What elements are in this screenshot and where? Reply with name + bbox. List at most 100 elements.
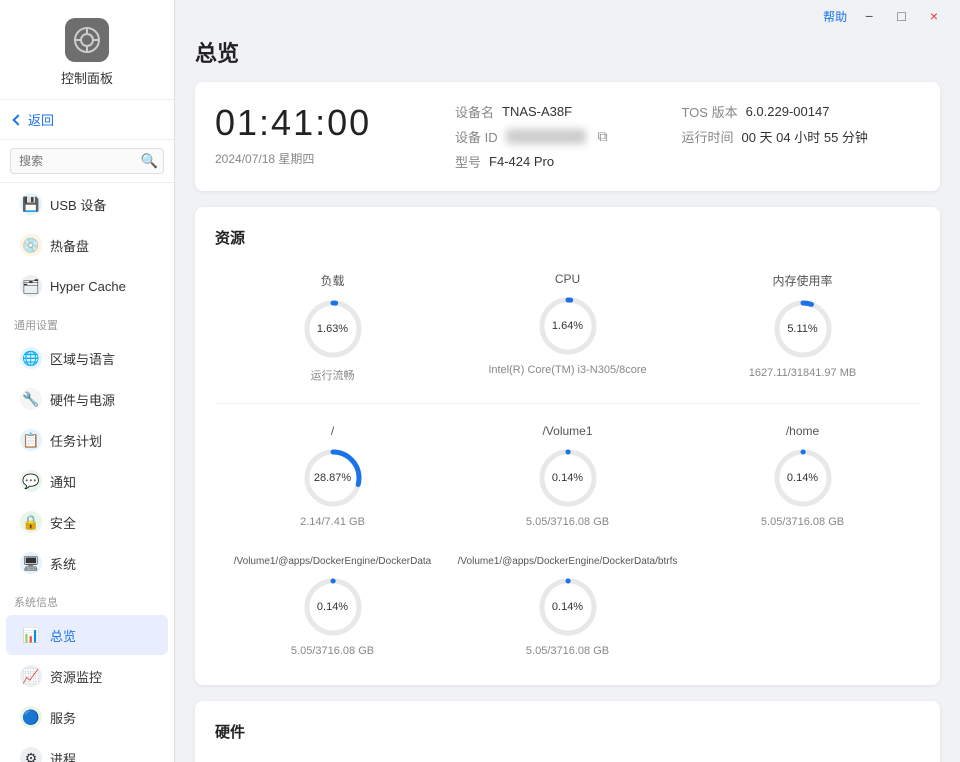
sidebar-item-hotdisk[interactable]: 💿 热备盘 <box>6 225 168 265</box>
gauge-text: 5.11% <box>787 323 817 335</box>
sidebar-item-usb[interactable]: 💾 USB 设备 <box>6 184 168 224</box>
gauge-text: 1.63% <box>317 323 348 335</box>
main-panel: 帮助 − □ × 总览 01:41:00 2024/07/18 星期四 设备名 … <box>175 0 960 762</box>
services-icon: 🔵 <box>20 706 42 728</box>
gauge-cpu: CPU 1.64% Intel(R) Core(TM) i3-N305/8cor… <box>450 264 685 391</box>
search-icon[interactable]: 🔍 <box>141 153 158 170</box>
sidebar-item-system[interactable]: 🖥 系统 <box>6 543 168 583</box>
disk-size: 5.05/3716.08 GB <box>526 645 609 657</box>
sidebar-group-sysinfo: 📊 总览 📈 资源监控 🔵 服务 ⚙ 进程 👤 在线用户 🔲 端口 📄 系统日志 <box>0 614 174 762</box>
hw-hdd2-temp: HDD2 43 °C / 109.40 °F <box>568 758 744 762</box>
gauge-circle-disk1: 0.14% <box>536 446 600 510</box>
sidebar-logo <box>65 18 109 62</box>
disk-label: / <box>331 424 334 438</box>
gauge-label: 内存使用率 <box>772 272 832 289</box>
sidebar-item-region[interactable]: 🌐 区域与语言 <box>6 338 168 378</box>
device-name-value: TNAS-A38F <box>502 104 572 119</box>
disk-item-volume1: /Volume1 0.14% 5.05/3716.08 GB <box>450 416 685 536</box>
sidebar-item-overview[interactable]: 📊 总览 <box>6 615 168 655</box>
info-label: 设备 ID <box>455 127 498 146</box>
gauge-sub: Intel(R) Core(TM) i3-N305/8core <box>488 364 646 376</box>
disk-item-docker: /Volume1/@apps/DockerEngine/DockerData 0… <box>215 548 450 665</box>
disk-size: 2.14/7.41 GB <box>300 516 365 528</box>
sidebar-item-label: 任务计划 <box>50 431 102 450</box>
gauges-row: 负载 1.63% 运行流畅 CPU <box>215 264 920 391</box>
disk-item-root: / 28.87% 2.14/7.41 GB <box>215 416 450 536</box>
gauge-text: 0.14% <box>787 472 818 484</box>
disk-item-home: /home 0.14% 5.05/3716.08 GB <box>685 416 920 536</box>
time-display: 01:41:00 <box>215 102 415 144</box>
usb-icon: 💾 <box>20 193 42 215</box>
hardware-icon: 🔧 <box>20 388 42 410</box>
page-title: 总览 <box>195 36 940 68</box>
gauge-sub: 1627.11/31841.97 MB <box>749 367 856 379</box>
sidebar-item-label: 服务 <box>50 708 76 727</box>
sidebar-item-process[interactable]: ⚙ 进程 <box>6 738 168 762</box>
info-label: 型号 <box>455 152 481 171</box>
sidebar-item-security[interactable]: 🔒 安全 <box>6 502 168 542</box>
disk-label: /Volume1/@apps/DockerEngine/DockerData/b… <box>458 556 678 567</box>
sidebar-group-devices: 💾 USB 设备 💿 热备盘 🗂 Hyper Cache <box>0 183 174 307</box>
sidebar-item-resmon[interactable]: 📈 资源监控 <box>6 656 168 696</box>
sidebar-item-notify[interactable]: 💬 通知 <box>6 461 168 501</box>
sidebar-item-hardware[interactable]: 🔧 硬件与电源 <box>6 379 168 419</box>
gauge-load: 负载 1.63% 运行流畅 <box>215 264 450 391</box>
gauge-text: 0.14% <box>552 472 583 484</box>
resources-title: 资源 <box>215 227 920 248</box>
gauge-circle-disk4: 0.14% <box>536 575 600 639</box>
hardware-row: 设备温度 44 °C / 111.20 °F CPU 温度 <box>215 758 920 762</box>
sidebar-item-label: Hyper Cache <box>50 279 126 294</box>
disk-row-1: / 28.87% 2.14/7.41 GB /Volume1 <box>215 416 920 536</box>
hotdisk-icon: 💿 <box>20 234 42 256</box>
info-label: 运行时间 <box>681 127 733 146</box>
info-row-tos: TOS 版本 6.0.229-00147 <box>681 102 867 121</box>
sidebar-item-label: 通知 <box>50 472 76 491</box>
resmon-icon: 📈 <box>20 665 42 687</box>
gauge-circle-disk2: 0.14% <box>771 446 835 510</box>
sidebar-item-label: 总览 <box>50 626 76 645</box>
info-row-model: 型号 F4-424 Pro <box>455 152 641 171</box>
gauge-label: 负载 <box>320 272 344 289</box>
sidebar-item-hypercache[interactable]: 🗂 Hyper Cache <box>6 266 168 306</box>
process-icon: ⚙ <box>20 747 42 762</box>
notify-icon: 💬 <box>20 470 42 492</box>
sidebar-item-tasks[interactable]: 📋 任务计划 <box>6 420 168 460</box>
minimize-button[interactable]: − <box>859 6 879 26</box>
gauge-sub: 运行流畅 <box>311 367 355 383</box>
maximize-button[interactable]: □ <box>891 6 911 26</box>
info-grid: 设备名 TNAS-A38F TOS 版本 6.0.229-00147 设备 ID… <box>455 102 868 171</box>
chevron-left-icon <box>12 114 23 125</box>
disk-label: /home <box>786 424 819 438</box>
sidebar-item-label: 安全 <box>50 513 76 532</box>
sidebar: 控制面板 返回 🔍 💾 USB 设备 💿 热备盘 🗂 Hyper Cache 通… <box>0 0 175 762</box>
disk-size: 5.05/3716.08 GB <box>291 645 374 657</box>
sidebar-title: 控制面板 <box>61 68 113 87</box>
sidebar-item-label: 区域与语言 <box>50 349 115 368</box>
gauge-circle-memory: 5.11% <box>771 297 835 361</box>
hw-cpu-temp: CPU 温度 55 °C / 131.00 °F <box>391 758 567 762</box>
topbar: 帮助 − □ × <box>175 0 960 32</box>
sidebar-item-services[interactable]: 🔵 服务 <box>6 697 168 737</box>
section-label-sysinfo: 系统信息 <box>0 584 174 614</box>
sidebar-header: 控制面板 <box>0 0 174 100</box>
section-label-general: 通用设置 <box>0 307 174 337</box>
close-button[interactable]: × <box>924 6 944 26</box>
security-icon: 🔒 <box>20 511 42 533</box>
hardware-card: 硬件 设备温度 44 °C / 111.20 °F CPU 温度 <box>195 701 940 762</box>
copy-icon[interactable]: ⧉ <box>598 128 608 145</box>
search-area: 🔍 <box>0 140 174 183</box>
gauge-text: 28.87% <box>314 472 351 484</box>
help-link[interactable]: 帮助 <box>823 8 847 25</box>
sidebar-group-general: 🌐 区域与语言 🔧 硬件与电源 📋 任务计划 💬 通知 🔒 安全 🖥 系统 <box>0 337 174 584</box>
hw-device-temp: 设备温度 44 °C / 111.20 °F <box>215 758 391 762</box>
main-content: 总览 01:41:00 2024/07/18 星期四 设备名 TNAS-A38F… <box>175 32 960 762</box>
back-button[interactable]: 返回 <box>0 100 174 140</box>
disk-label: /Volume1/@apps/DockerEngine/DockerData <box>234 556 431 567</box>
disk-row-2: /Volume1/@apps/DockerEngine/DockerData 0… <box>215 548 920 665</box>
disk-label: /Volume1 <box>542 424 592 438</box>
region-icon: 🌐 <box>20 347 42 369</box>
hardware-title: 硬件 <box>215 721 920 742</box>
tos-value: 6.0.229-00147 <box>746 104 830 119</box>
gauge-text: 1.64% <box>552 320 583 332</box>
gauge-text: 0.14% <box>552 601 583 613</box>
